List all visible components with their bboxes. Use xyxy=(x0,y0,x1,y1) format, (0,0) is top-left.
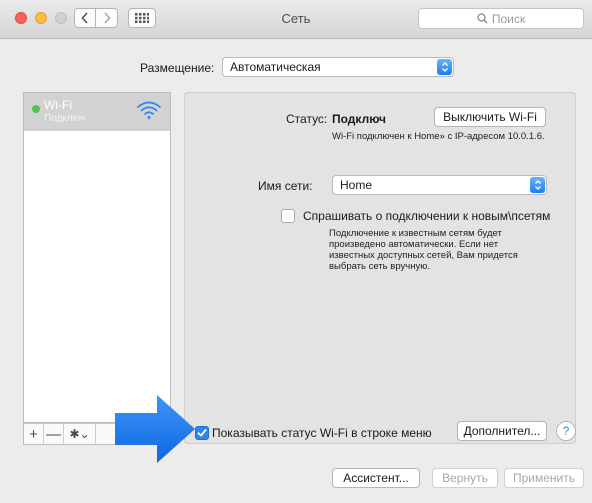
status-label: Статус: xyxy=(286,112,328,126)
ask-to-join-label: Спрашивать о подключении к новым\псетям xyxy=(303,209,551,223)
show-wifi-status-checkbox[interactable] xyxy=(195,426,209,440)
service-name: Wi-Fi xyxy=(44,98,72,112)
checkmark-icon xyxy=(197,429,207,437)
ask-to-join-description: Подключение к известным сетям будет прои… xyxy=(329,228,518,272)
location-value: Автоматическая xyxy=(230,60,321,74)
apply-button[interactable]: Применить xyxy=(504,468,584,488)
wifi-icon xyxy=(137,101,161,120)
network-preferences-window: Сеть Поиск Размещение: Автоматическая Wi… xyxy=(0,0,592,503)
search-icon xyxy=(477,13,488,24)
add-service-button[interactable]: + xyxy=(24,424,44,444)
turn-off-wifi-button[interactable]: Выключить Wi-Fi xyxy=(434,107,546,127)
location-popup[interactable]: Автоматическая xyxy=(222,57,454,77)
popup-arrows-icon xyxy=(437,59,452,75)
search-field[interactable]: Поиск xyxy=(418,8,584,29)
ask-to-join-checkbox[interactable] xyxy=(281,209,295,223)
connected-status-dot xyxy=(32,105,40,113)
service-list: Wi-Fi Подключ xyxy=(23,92,171,423)
title-bar: Сеть Поиск xyxy=(0,0,592,39)
pointer-arrow-icon xyxy=(115,395,195,463)
status-description: Wi-Fi подключен к Home» с IP-адресом 10.… xyxy=(332,131,545,142)
wifi-detail-panel: Статус: Подключ Выключить Wi-Fi Wi-Fi по… xyxy=(184,92,576,444)
revert-button[interactable]: Вернуть xyxy=(432,468,498,488)
service-item-wifi[interactable]: Wi-Fi Подключ xyxy=(24,93,170,131)
status-value: Подключ xyxy=(332,112,386,126)
assistant-button[interactable]: Ассистент... xyxy=(332,468,420,488)
service-status: Подключ xyxy=(44,113,86,124)
popup-arrows-icon xyxy=(530,177,545,193)
help-button[interactable]: ? xyxy=(556,421,576,441)
location-label: Размещение: xyxy=(140,61,215,75)
search-placeholder: Поиск xyxy=(491,11,526,26)
show-wifi-status-label: Показывать статус Wi-Fi в строке меню xyxy=(212,426,432,440)
network-name-label: Имя сети: xyxy=(258,179,313,193)
network-name-value: Home xyxy=(340,178,373,192)
advanced-button[interactable]: Дополнител... xyxy=(457,421,547,441)
service-actions-gear-button[interactable]: ✱⌄ xyxy=(64,424,96,444)
network-name-popup[interactable]: Home xyxy=(332,175,547,195)
remove-service-button[interactable]: — xyxy=(44,424,64,444)
